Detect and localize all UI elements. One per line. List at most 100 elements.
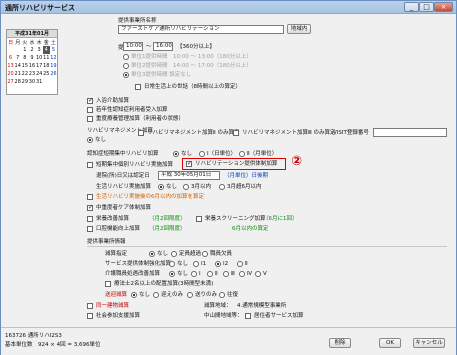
rehab-mgmt3-checkbox[interactable] bbox=[233, 130, 239, 136]
calendar-day[interactable]: 2 bbox=[28, 46, 35, 54]
rehab-provision-label: リハビリテーション提供体制加算 bbox=[195, 161, 278, 167]
close-button[interactable]: × bbox=[434, 2, 453, 12]
maximize-button[interactable]: □ bbox=[419, 2, 434, 12]
reduce-lack-radio[interactable] bbox=[202, 251, 208, 257]
care-staff-radio[interactable] bbox=[239, 271, 245, 277]
life-6m-radio[interactable] bbox=[219, 184, 225, 190]
cog-rehab-label: 認知症短期集中リハビリ加算 bbox=[87, 151, 159, 157]
mid-area-checkbox[interactable] bbox=[245, 313, 251, 319]
ok-button[interactable]: OK bbox=[379, 338, 401, 348]
life-act-sub-checkbox[interactable] bbox=[87, 194, 93, 200]
service-none-radio[interactable] bbox=[169, 261, 175, 267]
transport-radio[interactable] bbox=[131, 292, 137, 298]
social-checkbox[interactable] bbox=[87, 313, 93, 319]
care-staff-radio[interactable] bbox=[207, 271, 213, 277]
minimize-button[interactable]: _ bbox=[404, 2, 419, 12]
mid-care-checkbox[interactable] bbox=[87, 204, 93, 211]
cog-1-radio[interactable] bbox=[199, 151, 205, 157]
calendar-day[interactable]: 18 bbox=[43, 62, 50, 70]
calendar-day[interactable]: 19 bbox=[50, 62, 57, 70]
mid-care-label: 中重度者ケア体制加算 bbox=[96, 205, 152, 211]
calendar-day[interactable]: 8 bbox=[21, 54, 28, 62]
life-3m-radio[interactable] bbox=[183, 184, 189, 190]
medical-checkbox[interactable] bbox=[105, 281, 111, 287]
unit3-radio[interactable] bbox=[123, 72, 129, 78]
calendar-day[interactable]: 28 bbox=[14, 78, 21, 86]
daily-life-checkbox[interactable] bbox=[135, 84, 141, 90]
delete-button[interactable]: 削除 bbox=[329, 338, 351, 348]
end-time-input[interactable]: 16:00 bbox=[153, 42, 173, 51]
start-time-input[interactable]: 10:00 bbox=[123, 42, 143, 51]
rehab-mgmt2-checkbox[interactable] bbox=[138, 130, 144, 136]
calendar-day[interactable] bbox=[50, 78, 57, 86]
calendar-grid[interactable]: 日月火水木金土 1 2 3 4 5 6 7 8 9 10 11 12 13 14 15 16 17 18 19 20 21… bbox=[7, 38, 57, 86]
unit1-radio[interactable] bbox=[123, 54, 129, 60]
care-staff-radio[interactable] bbox=[169, 271, 175, 277]
calendar-day[interactable]: 5 bbox=[50, 46, 57, 54]
service-ii-radio[interactable] bbox=[237, 261, 243, 267]
calendar-day[interactable]: 20 bbox=[7, 70, 14, 78]
nutrition-screen-checkbox[interactable] bbox=[196, 216, 202, 222]
calendar-day[interactable]: 30 bbox=[28, 78, 35, 86]
care-staff-radio[interactable] bbox=[223, 271, 229, 277]
calendar-day[interactable]: 3 bbox=[36, 46, 43, 54]
calendar-day[interactable]: 13 bbox=[7, 62, 14, 70]
reduce-none-radio[interactable] bbox=[149, 251, 155, 257]
dementia-young-checkbox[interactable] bbox=[87, 107, 93, 113]
calendar-day[interactable]: 21 bbox=[14, 70, 21, 78]
calendar[interactable]: 平成31年01月 日月火水木金土 1 2 3 4 5 6 7 8 9 10 11 12 13 14 15 16 1… bbox=[6, 29, 58, 95]
life-none-radio[interactable] bbox=[158, 184, 164, 190]
oral-checkbox[interactable] bbox=[87, 226, 93, 232]
calendar-day[interactable]: 9 bbox=[28, 54, 35, 62]
calendar-day[interactable]: 12 bbox=[50, 54, 57, 62]
provider-input[interactable]: ファーストケア通所リハビリテーション bbox=[118, 25, 284, 34]
heavy-care-checkbox[interactable] bbox=[87, 116, 93, 122]
calendar-day[interactable]: 7 bbox=[14, 54, 21, 62]
move-date-input[interactable]: 平成 30年05月01日 bbox=[158, 171, 220, 180]
calendar-day[interactable] bbox=[7, 46, 14, 54]
bath-checkbox[interactable] bbox=[87, 97, 93, 104]
calendar-day[interactable]: 24 bbox=[36, 70, 43, 78]
transport-radio[interactable] bbox=[153, 292, 159, 298]
transport-option-label: 往復 bbox=[227, 292, 239, 298]
calendar-day[interactable]: 26 bbox=[50, 70, 57, 78]
calendar-day[interactable]: 1 bbox=[21, 46, 28, 54]
calendar-day[interactable] bbox=[14, 46, 21, 54]
calendar-day[interactable]: 11 bbox=[43, 54, 50, 62]
calendar-day[interactable]: 29 bbox=[21, 78, 28, 86]
service-i2-label: Ⅰ2 bbox=[223, 261, 229, 267]
calendar-day[interactable]: 25 bbox=[43, 70, 50, 78]
calendar-day[interactable]: 22 bbox=[21, 70, 28, 78]
short-rehab-checkbox[interactable] bbox=[87, 162, 93, 168]
calendar-day[interactable]: 6 bbox=[7, 54, 14, 62]
service-i2-radio[interactable] bbox=[215, 261, 221, 267]
rehab-mgmt-none-radio[interactable] bbox=[87, 137, 93, 143]
calendar-day[interactable]: 23 bbox=[28, 70, 35, 78]
calendar-day[interactable]: 14 bbox=[14, 62, 21, 70]
transport-radio[interactable] bbox=[187, 292, 193, 298]
calendar-day[interactable]: 10 bbox=[36, 54, 43, 62]
cog-none-label: なし bbox=[181, 151, 193, 157]
rehab-provision-checkbox[interactable] bbox=[186, 160, 192, 167]
service-i1-radio[interactable] bbox=[193, 261, 199, 267]
calendar-day[interactable]: 15 bbox=[21, 62, 28, 70]
reduce-over-radio[interactable] bbox=[171, 251, 177, 257]
calendar-day[interactable]: 27 bbox=[7, 78, 14, 86]
visit-input[interactable] bbox=[373, 128, 447, 137]
care-staff-radio[interactable] bbox=[255, 271, 261, 277]
calendar-day[interactable]: 31 bbox=[36, 78, 43, 86]
care-staff-radio[interactable] bbox=[191, 271, 197, 277]
calendar-day[interactable]: 4 bbox=[42, 46, 50, 54]
transport-radio[interactable] bbox=[219, 292, 225, 298]
unit2-radio[interactable] bbox=[123, 63, 129, 69]
nutrition-checkbox[interactable] bbox=[87, 216, 93, 222]
cog-2-radio[interactable] bbox=[239, 151, 245, 157]
calendar-day[interactable]: 16 bbox=[28, 62, 35, 70]
calendar-day[interactable]: 17 bbox=[36, 62, 43, 70]
status-line1: 163726 通所リハⅠ2S3 bbox=[5, 333, 62, 339]
calendar-day[interactable] bbox=[43, 78, 50, 86]
cancel-button[interactable]: キャンセル bbox=[413, 338, 445, 348]
same-building-checkbox[interactable] bbox=[87, 303, 93, 309]
area-button[interactable]: 地域内 bbox=[287, 24, 311, 34]
cog-none-radio[interactable] bbox=[173, 151, 179, 157]
